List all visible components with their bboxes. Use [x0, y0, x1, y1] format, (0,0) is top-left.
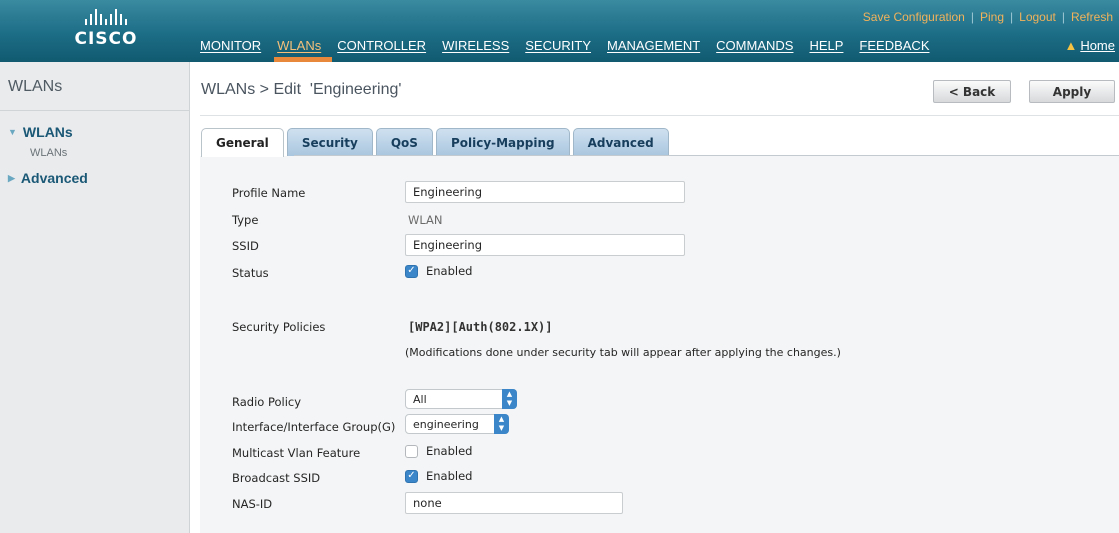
top-bar: CISCO MONITOR WLANs CONTROLLER WIRELESS …	[0, 0, 1119, 62]
expanded-triangle-icon: ▼	[8, 127, 17, 137]
home-label: Home	[1080, 38, 1115, 53]
tab-policy-mapping[interactable]: Policy-Mapping	[435, 128, 570, 156]
tab-bar: General Security QoS Policy-Mapping Adva…	[201, 128, 669, 157]
general-panel	[200, 156, 1119, 533]
interface-group-label: Interface/Interface Group(G)	[232, 420, 396, 434]
home-icon: ▲	[1064, 38, 1078, 53]
refresh-link[interactable]: Refresh	[1071, 10, 1113, 24]
tab-general[interactable]: General	[201, 128, 284, 157]
profile-name-label: Profile Name	[232, 186, 306, 200]
back-button[interactable]: < Back	[933, 80, 1011, 103]
tab-qos[interactable]: QoS	[375, 128, 433, 156]
home-link[interactable]: ▲ Home	[1064, 38, 1115, 53]
link-separator: |	[970, 10, 974, 24]
multicast-vlan-enabled-text: Enabled	[426, 444, 473, 458]
page-title: WLANs > Edit 'Engineering'	[201, 81, 402, 98]
select-arrows-icon: ▲ ▼	[494, 414, 509, 434]
nav-wireless[interactable]: WIRELESS	[442, 38, 509, 53]
sidebar-title: WLANs	[8, 78, 63, 95]
logout-link[interactable]: Logout	[1019, 10, 1056, 24]
nas-id-label: NAS-ID	[232, 497, 273, 511]
radio-policy-value: All	[413, 392, 427, 406]
title-divider	[200, 115, 1119, 116]
save-configuration-link[interactable]: Save Configuration	[863, 10, 965, 24]
broadcast-ssid-enabled-text: Enabled	[426, 469, 473, 483]
radio-policy-select[interactable]: All ▲ ▼	[405, 389, 517, 409]
sidebar-item-advanced[interactable]: ▶ Advanced	[8, 170, 88, 186]
active-nav-marker	[274, 57, 332, 62]
apply-button[interactable]: Apply	[1029, 80, 1115, 103]
interface-group-value: engineering	[413, 417, 479, 431]
nav-security[interactable]: SECURITY	[525, 38, 591, 53]
sidebar-item-label: WLANs	[22, 124, 73, 140]
interface-group-select[interactable]: engineering ▲ ▼	[405, 414, 509, 434]
radio-policy-label: Radio Policy	[232, 395, 302, 409]
status-label: Status	[232, 266, 269, 280]
profile-name-input[interactable]: Engineering	[405, 181, 685, 203]
select-arrows-icon: ▲ ▼	[502, 389, 517, 409]
nav-management[interactable]: MANAGEMENT	[607, 38, 700, 53]
cisco-logo-bars-icon	[66, 7, 146, 25]
sidebar-divider	[0, 110, 190, 111]
status-enabled-text: Enabled	[426, 264, 473, 278]
multicast-vlan-label: Multicast Vlan Feature	[232, 446, 361, 460]
nav-commands[interactable]: COMMANDS	[716, 38, 793, 53]
sidebar-subitem-wlans[interactable]: WLANs	[30, 147, 67, 159]
ssid-label: SSID	[232, 239, 259, 253]
checkbox-unchecked-icon	[405, 444, 418, 458]
top-links: Save Configuration | Ping | Logout | Ref…	[863, 10, 1113, 24]
nas-id-input[interactable]: none	[405, 492, 623, 514]
tab-baseline	[294, 155, 1119, 156]
sidebar: WLANs ▼ WLANs WLANs ▶ Advanced	[0, 62, 190, 533]
security-policies-note: (Modifications done under security tab w…	[405, 346, 841, 359]
status-checkbox[interactable]: ✓ Enabled	[405, 264, 472, 278]
sidebar-item-wlans[interactable]: ▼ WLANs	[8, 124, 73, 140]
security-policies-value: [WPA2][Auth(802.1X)]	[408, 320, 553, 334]
collapsed-triangle-icon: ▶	[8, 173, 15, 183]
ssid-input[interactable]: Engineering	[405, 234, 685, 256]
type-value: WLAN	[408, 213, 443, 227]
nav-wlans[interactable]: WLANs	[277, 38, 321, 53]
nav-controller[interactable]: CONTROLLER	[337, 38, 426, 53]
link-separator: |	[1061, 10, 1065, 24]
broadcast-ssid-checkbox[interactable]: ✓ Enabled	[405, 469, 472, 483]
nav-feedback[interactable]: FEEDBACK	[859, 38, 929, 53]
checkbox-checked-icon: ✓	[405, 264, 418, 278]
multicast-vlan-checkbox[interactable]: Enabled	[405, 444, 472, 458]
link-separator: |	[1010, 10, 1014, 24]
ping-link[interactable]: Ping	[980, 10, 1004, 24]
tab-security[interactable]: Security	[286, 128, 373, 156]
checkbox-checked-icon: ✓	[405, 469, 418, 483]
nav-help[interactable]: HELP	[809, 38, 843, 53]
tab-advanced[interactable]: Advanced	[572, 128, 669, 156]
main-nav: MONITOR WLANs CONTROLLER WIRELESS SECURI…	[200, 38, 946, 53]
security-policies-label: Security Policies	[232, 320, 326, 334]
broadcast-ssid-label: Broadcast SSID	[232, 471, 321, 485]
nav-monitor[interactable]: MONITOR	[200, 38, 261, 53]
sidebar-item-label: Advanced	[20, 170, 88, 186]
cisco-logo-text: CISCO	[74, 29, 138, 49]
type-label: Type	[232, 213, 259, 227]
cisco-logo: CISCO	[66, 7, 146, 57]
